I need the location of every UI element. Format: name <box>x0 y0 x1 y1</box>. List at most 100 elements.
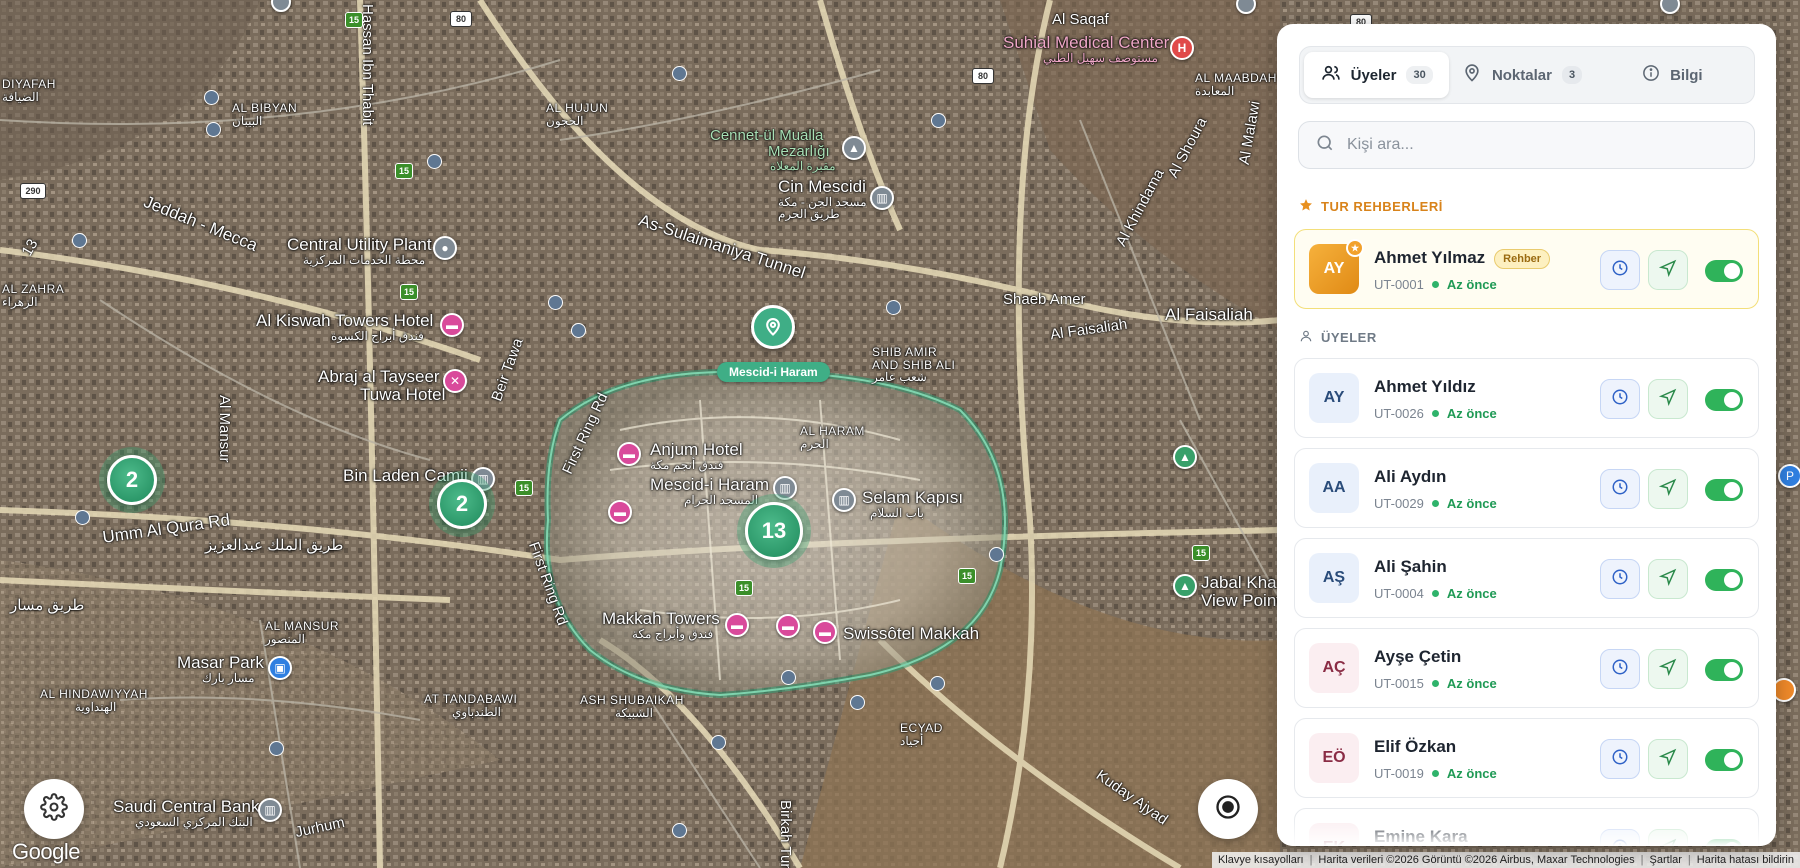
bus-stop-icon[interactable] <box>427 154 442 169</box>
bus-stop-icon[interactable] <box>269 741 284 756</box>
online-status-dot <box>1431 680 1439 687</box>
bus-stop-icon[interactable] <box>206 122 221 137</box>
bus-stop-icon[interactable] <box>781 670 796 685</box>
bus-stop-icon[interactable] <box>711 735 726 750</box>
member-name: Ali Aydın <box>1374 467 1447 486</box>
hiking-icon[interactable]: ▲ <box>1173 445 1197 469</box>
report-error-link[interactable]: Harita hatası bildirin <box>1697 854 1794 866</box>
list-fade <box>1277 816 1776 846</box>
tab-info-label: Bilgi <box>1670 66 1703 84</box>
online-status-dot <box>1431 281 1439 288</box>
history-button[interactable] <box>1600 649 1640 689</box>
bed-icon[interactable]: ▬ <box>440 313 464 337</box>
bus-stop-icon[interactable] <box>571 323 586 338</box>
map-label-ecyad: ECYAD أجياد <box>900 721 943 748</box>
utility-icon[interactable]: ● <box>433 236 457 260</box>
bus-stop-icon[interactable] <box>204 90 219 105</box>
tracking-toggle[interactable] <box>1705 260 1743 282</box>
history-button[interactable] <box>1600 739 1640 779</box>
member-id: UT-0015 <box>1374 676 1424 691</box>
history-button[interactable] <box>1600 379 1640 419</box>
navigate-button[interactable] <box>1648 559 1688 599</box>
member-cluster[interactable]: 13 <box>745 502 803 560</box>
geofence-pin-icon[interactable] <box>751 305 795 349</box>
member-name: Elif Özkan <box>1374 737 1457 756</box>
route-shield-15: 15 <box>735 580 753 596</box>
navigate-button[interactable] <box>1648 379 1688 419</box>
member-cluster[interactable]: 2 <box>107 455 157 505</box>
search-input[interactable] <box>1347 136 1727 154</box>
member-card[interactable]: EÖ Elif Özkan UT-0019 Az önce <box>1294 718 1759 798</box>
bus-stop-icon[interactable] <box>930 676 945 691</box>
bed-icon[interactable]: ▬ <box>813 620 837 644</box>
bus-stop-icon[interactable] <box>850 695 865 710</box>
bus-stop-icon[interactable] <box>548 295 563 310</box>
clock-icon <box>1611 658 1629 681</box>
member-id: UT-0019 <box>1374 766 1424 781</box>
navigate-button[interactable] <box>1648 649 1688 689</box>
settings-button[interactable] <box>24 779 84 839</box>
tracking-toggle[interactable] <box>1705 479 1743 501</box>
map-label-al-maabdah: AL MAABDAH المعابدة <box>1195 71 1277 98</box>
parking-icon[interactable]: P <box>1778 464 1800 488</box>
landmark-icon[interactable]: ▥ <box>832 488 856 512</box>
bus-stop-icon[interactable] <box>72 233 87 248</box>
bus-stop-icon[interactable] <box>931 113 946 128</box>
history-button[interactable] <box>1600 250 1640 290</box>
navigate-button[interactable] <box>1648 469 1688 509</box>
park-icon[interactable]: ▣ <box>268 656 292 680</box>
mosque-icon[interactable]: ▥ <box>773 476 797 500</box>
bank-icon[interactable]: ▥ <box>258 798 282 822</box>
map-label-masar-park: Masar Park مسار بارك <box>177 653 264 685</box>
history-button[interactable] <box>1600 559 1640 599</box>
member-meta: UT-0019 Az önce <box>1374 766 1497 781</box>
keyboard-shortcuts-link[interactable]: Klavye kısayolları <box>1218 854 1304 866</box>
avatar: AA <box>1309 463 1359 513</box>
member-cluster[interactable]: 2 <box>437 479 487 529</box>
bus-stop-icon[interactable] <box>989 547 1004 562</box>
tracking-toggle[interactable] <box>1705 749 1743 771</box>
bus-stop-icon[interactable] <box>886 300 901 315</box>
geofence-label[interactable]: Mescid-i Haram <box>717 362 830 382</box>
online-status-dot <box>1431 500 1439 507</box>
tracking-toggle[interactable] <box>1705 659 1743 681</box>
landmark-icon[interactable]: ▲ <box>842 136 866 160</box>
bus-stop-icon[interactable] <box>75 510 90 525</box>
member-card[interactable]: AA Ali Aydın UT-0029 Az önce <box>1294 448 1759 528</box>
bed-icon[interactable]: ▬ <box>608 500 632 524</box>
tab-members[interactable]: Üyeler 30 <box>1304 52 1450 98</box>
tab-info[interactable]: Bilgi <box>1595 52 1750 98</box>
bed-icon[interactable]: ▬ <box>776 614 800 638</box>
guide-card[interactable]: AY ★ Ahmet Yılmaz Rehber UT-0001 Az önce <box>1294 229 1759 309</box>
bus-stop-icon[interactable] <box>672 66 687 81</box>
navigate-button[interactable] <box>1648 250 1688 290</box>
navigate-button[interactable] <box>1648 739 1688 779</box>
mosque-icon[interactable]: ▥ <box>870 186 894 210</box>
tab-points[interactable]: Noktalar 3 <box>1449 52 1594 98</box>
member-status: Az önce <box>1446 586 1497 601</box>
map-label-al-kiswah: Al Kiswah Towers Hotel فندق أبراج الكسوة <box>256 311 434 343</box>
map-label-central-utility: Central Utility Plant محطة الخدمات المركز… <box>287 235 432 267</box>
bed-icon[interactable]: ✕ <box>443 369 467 393</box>
history-button[interactable] <box>1600 469 1640 509</box>
member-card[interactable]: AŞ Ali Şahin UT-0004 Az önce <box>1294 538 1759 618</box>
member-status: Az önce <box>1446 496 1497 511</box>
clock-icon <box>1611 388 1629 411</box>
member-card[interactable]: AY Ahmet Yıldız UT-0026 Az önce <box>1294 358 1759 438</box>
bus-stop-icon[interactable] <box>672 823 687 838</box>
hospital-icon[interactable]: H <box>1170 36 1194 60</box>
bed-icon[interactable]: ▬ <box>617 442 641 466</box>
tracking-toggle[interactable] <box>1705 569 1743 591</box>
guides-section-label: TUR REHBERLERİ <box>1321 199 1443 214</box>
terms-link[interactable]: Şartlar <box>1650 854 1682 866</box>
tree-icon[interactable]: ▲ <box>1173 574 1197 598</box>
members-section-label: ÜYELER <box>1321 330 1377 345</box>
map-label-al-faisaliah-2: Al Faisaliah <box>1165 305 1253 324</box>
member-card[interactable]: AÇ Ayşe Çetin UT-0015 Az önce <box>1294 628 1759 708</box>
route-shield-15: 15 <box>515 480 533 496</box>
map-pin-icon <box>1462 63 1482 87</box>
bed-icon[interactable]: ▬ <box>725 613 749 637</box>
tracking-toggle[interactable] <box>1705 389 1743 411</box>
navigation-arrow-icon <box>1658 568 1677 591</box>
locate-button[interactable] <box>1198 779 1258 839</box>
